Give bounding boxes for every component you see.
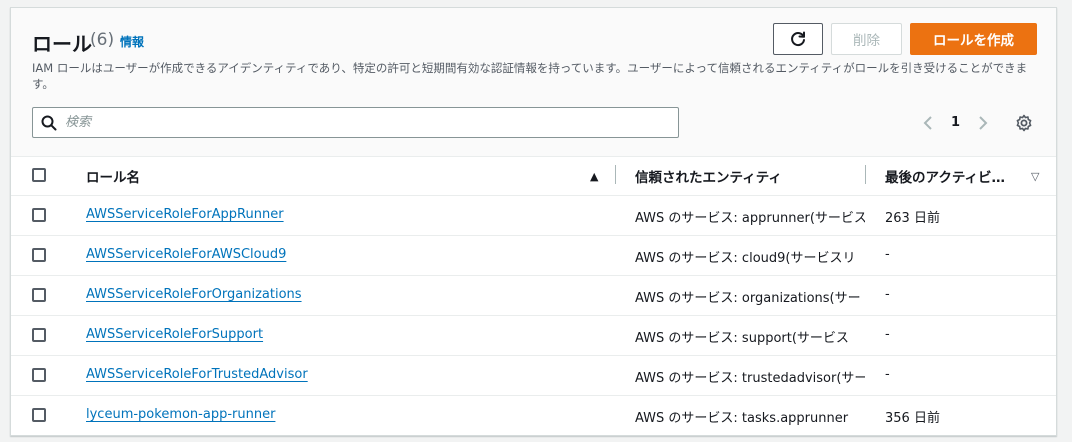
panel-header: ロール (6) 情報 IAM ロールはユーザーが作成できるアイデンティティであり…: [11, 8, 1056, 157]
row-divider: [11, 195, 1056, 196]
create-role-button[interactable]: ロールを作成: [910, 23, 1037, 55]
role-link[interactable]: AWSServiceRoleForSupport: [86, 327, 263, 342]
search-input[interactable]: [65, 108, 665, 137]
column-header-last-activity[interactable]: 最後のアクティビ…: [885, 158, 1005, 194]
last-activity-cell: -: [885, 367, 890, 382]
trusted-entity-cell: AWS のサービス: organizations(サー: [635, 287, 865, 306]
last-activity-cell: 356 日前: [885, 411, 940, 426]
trusted-entity-cell: AWS のサービス: support(サービス: [635, 327, 865, 346]
column-divider[interactable]: [615, 165, 616, 184]
role-link[interactable]: AWSServiceRoleForAppRunner: [86, 207, 284, 222]
column-header-trusted-entity[interactable]: 信頼されたエンティティ: [635, 158, 782, 194]
entity-text: AWS のサービス: trustedadvisor: [635, 371, 837, 386]
trusted-entity-cell: AWS のサービス: apprunner(サービス: [635, 207, 865, 226]
search-box: [32, 107, 679, 138]
delete-button[interactable]: 削除: [831, 23, 902, 55]
entity-text: AWS のサービス: apprunner: [635, 211, 810, 226]
last-activity-cell: 263 日前: [885, 211, 940, 226]
entity-text: AWS のサービス: cloud9: [635, 251, 786, 266]
row-checkbox[interactable]: [32, 208, 46, 222]
sort-ascending-icon[interactable]: ▲: [590, 170, 598, 183]
role-link[interactable]: AWSServiceRoleForAWSCloud9: [86, 247, 286, 262]
row-divider: [11, 395, 1056, 396]
search-icon: [41, 115, 57, 131]
row-divider: [11, 275, 1056, 276]
page-title: ロール: [32, 32, 92, 56]
entity-text: AWS のサービス: support: [635, 331, 792, 346]
last-activity-cell: -: [885, 327, 890, 342]
page-number[interactable]: 1: [951, 115, 960, 130]
info-link[interactable]: 情報: [120, 33, 144, 50]
page-description: IAM ロールはユーザーが作成できるアイデンティティであり、特定の許可と短期間有…: [32, 61, 1028, 91]
entity-service-link[interactable]: (サービス: [791, 331, 849, 346]
gear-icon[interactable]: [1015, 114, 1033, 132]
column-header-role-name[interactable]: ロール名: [86, 158, 140, 194]
row-divider: [11, 315, 1056, 316]
refresh-button[interactable]: [773, 23, 823, 55]
sort-descending-icon[interactable]: ▽: [1031, 170, 1039, 183]
role-link[interactable]: AWSServiceRoleForTrustedAdvisor: [86, 367, 308, 382]
row-checkbox[interactable]: [32, 368, 46, 382]
roles-panel: ロール (6) 情報 IAM ロールはユーザーが作成できるアイデンティティであり…: [10, 7, 1057, 436]
refresh-icon: [791, 31, 805, 47]
row-divider: [11, 235, 1056, 236]
row-divider: [11, 355, 1056, 356]
entity-service-link[interactable]: (サービス: [809, 211, 865, 226]
entity-service-link[interactable]: (サー: [829, 291, 861, 306]
chevron-left-icon[interactable]: [920, 114, 936, 132]
column-divider[interactable]: [865, 165, 866, 184]
row-checkbox[interactable]: [32, 248, 46, 262]
role-link[interactable]: AWSServiceRoleForOrganizations: [86, 287, 302, 302]
entity-text: AWS のサービス: tasks.apprunner: [635, 411, 849, 426]
role-count: (6): [90, 30, 115, 50]
trusted-entity-cell: AWS のサービス: trustedadvisor(サー: [635, 367, 865, 386]
row-checkbox[interactable]: [32, 328, 46, 342]
trusted-entity-cell: AWS のサービス: tasks.apprunner: [635, 407, 865, 426]
select-all-checkbox[interactable]: [32, 168, 46, 182]
row-checkbox[interactable]: [32, 408, 46, 422]
entity-text: AWS のサービス: organizations: [635, 291, 830, 306]
last-activity-cell: -: [885, 247, 890, 262]
role-link[interactable]: lyceum-pokemon-app-runner: [86, 407, 275, 422]
last-activity-cell: -: [885, 287, 890, 302]
chevron-right-icon[interactable]: [975, 114, 991, 132]
row-checkbox[interactable]: [32, 288, 46, 302]
trusted-entity-cell: AWS のサービス: cloud9(サービスリ: [635, 247, 865, 266]
entity-service-link[interactable]: (サー: [836, 371, 865, 386]
entity-service-link[interactable]: (サービスリ: [785, 251, 856, 266]
